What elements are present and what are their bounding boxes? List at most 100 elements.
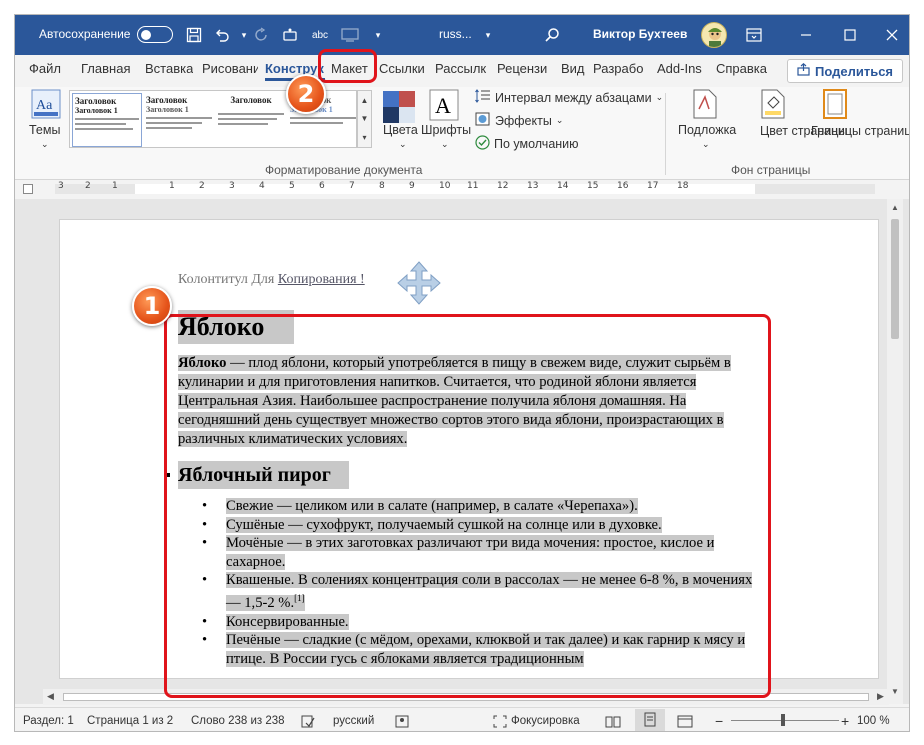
horizontal-ruler[interactable]: 3 2 1 1 2 3 4 5 6 7 8 9 10 11 12 13 14 1… <box>15 181 909 197</box>
scroll-up-icon[interactable]: ▲ <box>891 203 899 212</box>
word-count[interactable]: Слово 238 из 238 <box>191 715 285 727</box>
zoom-slider-thumb[interactable] <box>781 714 785 726</box>
ruler-label: 17 <box>647 181 659 191</box>
web-layout-icon[interactable] <box>677 715 693 731</box>
read-mode-icon[interactable] <box>605 715 621 731</box>
tab-developer[interactable]: Разрабо <box>593 61 647 81</box>
tab-addins[interactable]: Add-Ins <box>657 61 702 81</box>
themes-label[interactable]: Темы <box>29 123 60 137</box>
style-set-2[interactable]: Заголовок Заголовок 1 <box>144 93 214 147</box>
effects-label: Эффекты <box>495 113 552 128</box>
share-button[interactable]: Поделиться <box>787 59 903 83</box>
highlight-box-layout-tab <box>318 49 377 83</box>
ribbon-display-icon[interactable] <box>743 24 765 46</box>
zoom-level[interactable]: 100 % <box>857 715 890 727</box>
focus-icon[interactable] <box>493 715 507 731</box>
style-title: Заголовок <box>230 95 272 105</box>
doc-name-chevron-icon[interactable]: ▾ <box>477 24 499 46</box>
user-name[interactable]: Виктор Бухтеев <box>593 27 687 41</box>
language-indicator[interactable]: русский <box>333 715 374 727</box>
scroll-left-icon[interactable]: ◀ <box>47 691 54 702</box>
tab-file[interactable]: Файл <box>29 61 61 81</box>
page-indicator[interactable]: Страница 1 из 2 <box>87 715 173 727</box>
ribbon-panel: Aa Темы ⌄ Заголовок Заголовок 1 Заголово… <box>15 87 909 180</box>
text-line <box>218 113 284 115</box>
page-header[interactable]: Колонтитул Для Копирования ! <box>178 272 365 288</box>
maximize-icon[interactable] <box>839 24 861 46</box>
watermark-label[interactable]: Подложка <box>678 123 736 137</box>
minimize-icon[interactable] <box>795 24 817 46</box>
dimmed-icon <box>339 24 361 46</box>
colors-label[interactable]: Цвета <box>383 123 418 137</box>
paragraph-spacing-icon <box>475 89 491 106</box>
page-borders-icon[interactable] <box>823 89 847 122</box>
tab-mailings[interactable]: Рассылк <box>435 61 491 81</box>
ruler-label: 3 <box>58 181 64 191</box>
style-set-1[interactable]: Заголовок Заголовок 1 <box>72 93 142 147</box>
zoom-slider[interactable] <box>731 714 839 726</box>
undo-icon[interactable] <box>211 24 233 46</box>
page-color-icon[interactable] <box>761 89 785 122</box>
ruler-label: 14 <box>557 181 569 191</box>
scroll-right-icon[interactable]: ▶ <box>877 691 884 702</box>
save-icon[interactable] <box>183 24 205 46</box>
toggle-knob <box>141 29 151 40</box>
style-set-3[interactable]: Заголовок <box>216 93 286 147</box>
themes-chevron-icon[interactable]: ⌄ <box>41 139 49 150</box>
scroll-thumb[interactable] <box>891 219 899 339</box>
fonts-chevron-icon[interactable]: ⌄ <box>441 139 449 150</box>
quick-access-more-icon[interactable]: ▾ <box>367 24 389 46</box>
effects-button[interactable]: Эффекты ⌄ <box>475 112 563 129</box>
colors-icon[interactable] <box>383 91 415 126</box>
search-icon[interactable] <box>541 24 563 46</box>
colors-chevron-icon[interactable]: ⌄ <box>399 139 407 150</box>
print-layout-icon[interactable] <box>635 709 665 731</box>
touch-mode-icon[interactable] <box>279 24 301 46</box>
close-icon[interactable] <box>881 24 903 46</box>
paragraph-spacing-button[interactable]: Интервал между абзацами ⌄ <box>475 89 663 106</box>
autosave-toggle[interactable] <box>137 26 173 43</box>
focus-mode-button[interactable]: Фокусировка <box>511 715 580 727</box>
ruler-label: 8 <box>379 181 385 191</box>
header-link[interactable]: Копирования ! <box>278 272 365 287</box>
proofing-icon[interactable] <box>301 715 315 731</box>
set-default-button[interactable]: По умолчанию <box>475 135 579 153</box>
gallery-more-icon[interactable]: ▾ <box>362 133 366 142</box>
tab-help[interactable]: Справка <box>716 61 767 81</box>
tab-references[interactable]: Ссылки <box>379 61 425 81</box>
fonts-label[interactable]: Шрифты <box>421 123 471 137</box>
accessibility-icon[interactable] <box>395 715 409 731</box>
share-label: Поделиться <box>814 63 894 79</box>
tab-review[interactable]: Рецензи <box>497 61 553 81</box>
page-borders-label[interactable]: Границы страниц <box>811 123 909 139</box>
tab-home[interactable]: Главная <box>81 61 130 81</box>
chevron-up-icon[interactable]: ▲ <box>361 96 369 105</box>
move-handle-icon[interactable] <box>396 260 442 309</box>
vertical-scrollbar[interactable]: ▲ ▼ <box>887 199 903 704</box>
scroll-down-icon[interactable]: ▼ <box>891 687 899 696</box>
fonts-icon[interactable]: A <box>429 89 459 124</box>
ruler-label: 2 <box>85 181 91 191</box>
tab-selector-icon[interactable] <box>23 184 33 194</box>
section-indicator[interactable]: Раздел: 1 <box>23 715 74 727</box>
watermark-chevron-icon[interactable]: ⌄ <box>702 139 710 150</box>
watermark-icon[interactable] <box>693 89 717 122</box>
text-line <box>75 118 139 120</box>
chevron-down-icon[interactable]: ▼ <box>361 114 369 123</box>
status-bar: Раздел: 1 Страница 1 из 2 Слово 238 из 2… <box>15 707 909 731</box>
spelling-icon[interactable]: abc <box>309 24 331 46</box>
ruler-label: 9 <box>409 181 415 191</box>
text-line <box>218 123 268 125</box>
tab-insert[interactable]: Вставка <box>145 61 193 81</box>
checkmark-icon <box>475 135 490 153</box>
ruler-label: 11 <box>467 181 479 191</box>
tab-view[interactable]: Вид <box>561 61 585 81</box>
redo-icon[interactable] <box>251 24 273 46</box>
avatar[interactable] <box>701 22 727 48</box>
zoom-in-icon[interactable]: + <box>841 713 849 729</box>
gallery-scroll[interactable]: ▲ ▼ ▾ <box>357 90 372 148</box>
zoom-out-icon[interactable]: − <box>715 713 723 729</box>
tab-draw[interactable]: Рисовани <box>202 61 258 81</box>
document-name[interactable]: russ... <box>439 27 472 41</box>
themes-icon[interactable]: Aa <box>31 89 61 122</box>
